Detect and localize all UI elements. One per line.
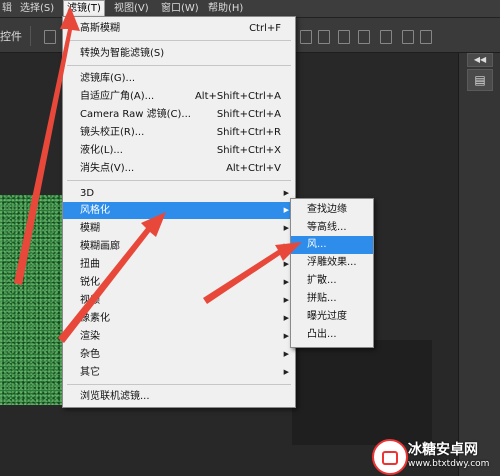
menu-select[interactable]: 选择(S) [16,0,58,17]
menu-item-3d[interactable]: 3D ▶ [63,185,295,202]
submenu-arrow-icon: ▶ [283,224,289,232]
menu-item-distort[interactable]: 扭曲 ▶ [63,256,295,273]
submenu-item-tiles[interactable]: 拼贴... [291,290,373,308]
menu-item-filter-gallery[interactable]: 滤镜库(G)... [63,70,295,87]
distribute-icon[interactable] [300,30,312,44]
submenu-item-diffuse[interactable]: 扩散... [291,272,373,290]
align-icon[interactable] [44,30,56,44]
submenu-arrow-icon: ▶ [283,278,289,286]
menu-window[interactable]: 窗口(W) [157,0,203,17]
menu-view[interactable]: 视图(V) [110,0,153,17]
stylize-submenu: 查找边缘 等高线... 风... 浮雕效果... 扩散... 拼贴... 曝光过… [290,198,374,348]
menu-item-convert-smart-filter[interactable]: 转换为智能滤镜(S) [63,45,295,62]
canvas-background [292,340,432,445]
right-panel: ◀◀ ▤ [458,53,500,476]
watermark-url: www.btxtdwy.com [408,459,490,469]
toolbar-divider [30,26,31,46]
menu-help[interactable]: 帮助(H) [204,0,247,17]
menu-item-blur-gallery[interactable]: 模糊画廊 ▶ [63,238,295,255]
distribute-icon[interactable] [318,30,330,44]
distribute-icon[interactable] [420,30,432,44]
options-label: 控件 [0,30,22,43]
menu-item-lens-correction[interactable]: 镜头校正(R)... Shift+Ctrl+R [63,124,295,141]
filter-menu: 高斯模糊 Ctrl+F 转换为智能滤镜(S) 滤镜库(G)... 自适应广角(A… [62,16,296,408]
menu-item-vanishing-point[interactable]: 消失点(V)... Alt+Ctrl+V [63,160,295,177]
menu-separator [67,40,291,41]
watermark: 冰糖安卓网 www.btxtdwy.com [368,437,500,476]
menu-item-blur[interactable]: 模糊 ▶ [63,220,295,237]
menu-item-video[interactable]: 视频 ▶ [63,292,295,309]
menu-separator [67,180,291,181]
menu-item-browse-online-filters[interactable]: 浏览联机滤镜... [63,388,295,405]
menu-filter[interactable]: 滤镜(T) [63,0,105,17]
submenu-item-wind[interactable]: 风... [291,236,373,254]
menu-item-render[interactable]: 渲染 ▶ [63,328,295,345]
watermark-title: 冰糖安卓网 [408,442,478,458]
submenu-arrow-icon: ▶ [283,368,289,376]
submenu-arrow-icon: ▶ [283,206,289,214]
menu-item-liquify[interactable]: 液化(L)... Shift+Ctrl+X [63,142,295,159]
menu-separator [67,65,291,66]
menu-item-camera-raw[interactable]: Camera Raw 滤镜(C)... Shift+Ctrl+A [63,106,295,123]
submenu-arrow-icon: ▶ [283,242,289,250]
submenu-item-contour[interactable]: 等高线... [291,219,373,237]
submenu-arrow-icon: ▶ [283,332,289,340]
menu-item-pixelate[interactable]: 像素化 ▶ [63,310,295,327]
menu-item-other[interactable]: 其它 ▶ [63,364,295,381]
menu-item-sharpen[interactable]: 锐化 ▶ [63,274,295,291]
submenu-arrow-icon: ▶ [283,350,289,358]
distribute-icon[interactable] [338,30,350,44]
submenu-item-emboss[interactable]: 浮雕效果... [291,254,373,272]
panel-expand-icon[interactable]: ◀◀ [467,53,493,67]
submenu-arrow-icon: ▶ [283,296,289,304]
menu-item-stylize[interactable]: 风格化 ▶ [63,202,295,219]
distribute-icon[interactable] [402,30,414,44]
distribute-icon[interactable] [380,30,392,44]
submenu-item-find-edges[interactable]: 查找边缘 [291,201,373,219]
distribute-icon[interactable] [358,30,370,44]
submenu-arrow-icon: ▶ [283,314,289,322]
panel-tool-icon[interactable]: ▤ [467,69,493,91]
submenu-arrow-icon: ▶ [283,189,289,197]
menu-item-gaussian-blur[interactable]: 高斯模糊 Ctrl+F [63,20,295,37]
menu-separator [67,384,291,385]
submenu-arrow-icon: ▶ [283,260,289,268]
watermark-logo-icon [372,439,408,475]
submenu-item-solarize[interactable]: 曝光过度 [291,308,373,326]
menu-item-noise[interactable]: 杂色 ▶ [63,346,295,363]
menu-item-adaptive-wide-angle[interactable]: 自适应广角(A)... Alt+Shift+Ctrl+A [63,88,295,105]
submenu-item-extrude[interactable]: 凸出... [291,326,373,344]
menu-partial-edit[interactable]: 辑 [2,0,12,17]
